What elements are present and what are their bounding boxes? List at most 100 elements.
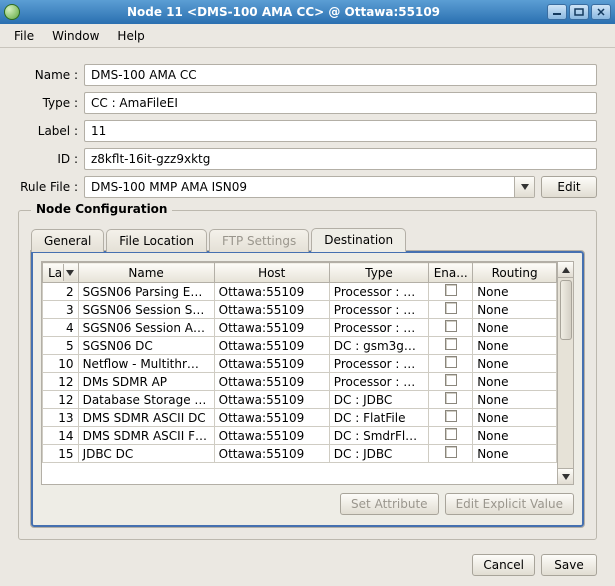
scroll-up-icon[interactable]	[558, 262, 573, 278]
column-host[interactable]: Host	[214, 263, 329, 283]
cell-routing: None	[473, 283, 557, 301]
table-row[interactable]: 3SGSN06 Session S…Ottawa:55109Processor …	[43, 301, 557, 319]
edit-explicit-value-button: Edit Explicit Value	[445, 493, 574, 515]
cell-name: DMS SDMR ASCII DC	[78, 409, 214, 427]
scroll-thumb[interactable]	[560, 280, 572, 340]
cell-type: Processor : …	[329, 283, 428, 301]
label-label: Label :	[18, 124, 78, 138]
cell-host: Ottawa:55109	[214, 319, 329, 337]
cell-type: DC : JDBC	[329, 445, 428, 463]
destination-table-wrap: La... Name Host Type Ena... Routing	[41, 261, 574, 485]
cell-enabled[interactable]	[429, 445, 473, 463]
window-title: Node 11 <DMS-100 AMA CC> @ Ottawa:55109	[26, 5, 541, 19]
column-enabled[interactable]: Ena...	[429, 263, 473, 283]
table-row[interactable]: 15JDBC DCOttawa:55109DC : JDBCNone	[43, 445, 557, 463]
checkbox-icon[interactable]	[445, 284, 457, 296]
cell-enabled[interactable]	[429, 373, 473, 391]
menu-bar: File Window Help	[0, 24, 615, 48]
cell-name: JDBC DC	[78, 445, 214, 463]
cell-enabled[interactable]	[429, 427, 473, 445]
cancel-button[interactable]: Cancel	[472, 554, 535, 576]
table-row[interactable]: 4SGSN06 Session A…Ottawa:55109Processor …	[43, 319, 557, 337]
cell-type: DC : FlatFile	[329, 409, 428, 427]
cell-name: SGSN06 Session A…	[78, 319, 214, 337]
cell-routing: None	[473, 445, 557, 463]
cell-type: Processor : …	[329, 319, 428, 337]
tab-file-location[interactable]: File Location	[106, 229, 207, 252]
cell-la: 10	[43, 355, 79, 373]
tab-general[interactable]: General	[31, 229, 104, 252]
table-row[interactable]: 14DMS SDMR ASCII F…Ottawa:55109DC : Smdr…	[43, 427, 557, 445]
cell-routing: None	[473, 337, 557, 355]
checkbox-icon[interactable]	[445, 446, 457, 458]
cell-host: Ottawa:55109	[214, 391, 329, 409]
window-titlebar: Node 11 <DMS-100 AMA CC> @ Ottawa:55109	[0, 0, 615, 24]
checkbox-icon[interactable]	[445, 338, 457, 350]
cell-routing: None	[473, 391, 557, 409]
cell-enabled[interactable]	[429, 301, 473, 319]
menu-file[interactable]: File	[6, 26, 42, 46]
cell-name: DMS SDMR ASCII F…	[78, 427, 214, 445]
checkbox-icon[interactable]	[445, 320, 457, 332]
cell-la: 5	[43, 337, 79, 355]
scroll-down-icon[interactable]	[558, 468, 573, 484]
window-body: Name : Type : Label : ID : Rule File :	[0, 48, 615, 586]
chevron-down-icon[interactable]	[514, 177, 534, 197]
cell-enabled[interactable]	[429, 337, 473, 355]
cell-host: Ottawa:55109	[214, 337, 329, 355]
cell-name: DMs SDMR AP	[78, 373, 214, 391]
cell-type: DC : gsm3g…	[329, 337, 428, 355]
checkbox-icon[interactable]	[445, 428, 457, 440]
checkbox-icon[interactable]	[445, 374, 457, 386]
checkbox-icon[interactable]	[445, 356, 457, 368]
tabs-row: General File Location FTP Settings Desti…	[31, 227, 584, 251]
cell-type: Processor : …	[329, 373, 428, 391]
menu-help[interactable]: Help	[109, 26, 152, 46]
cell-routing: None	[473, 427, 557, 445]
checkbox-icon[interactable]	[445, 410, 457, 422]
cell-la: 14	[43, 427, 79, 445]
menu-window[interactable]: Window	[44, 26, 107, 46]
column-sort-icon[interactable]	[63, 264, 77, 281]
cell-enabled[interactable]	[429, 409, 473, 427]
name-field[interactable]	[84, 64, 597, 86]
column-routing[interactable]: Routing	[473, 263, 557, 283]
id-field	[84, 148, 597, 170]
cell-enabled[interactable]	[429, 319, 473, 337]
cell-host: Ottawa:55109	[214, 409, 329, 427]
table-row[interactable]: 2SGSN06 Parsing E…Ottawa:55109Processor …	[43, 283, 557, 301]
cell-enabled[interactable]	[429, 283, 473, 301]
cell-name: SGSN06 DC	[78, 337, 214, 355]
table-row[interactable]: 10Netflow - Multithr…Ottawa:55109Process…	[43, 355, 557, 373]
destination-table: La... Name Host Type Ena... Routing	[42, 262, 557, 463]
cell-host: Ottawa:55109	[214, 355, 329, 373]
cell-name: SGSN06 Session S…	[78, 301, 214, 319]
cell-host: Ottawa:55109	[214, 301, 329, 319]
column-la[interactable]: La...	[43, 263, 79, 283]
close-button[interactable]	[591, 4, 611, 20]
cell-routing: None	[473, 355, 557, 373]
save-button[interactable]: Save	[541, 554, 597, 576]
rulefile-combo[interactable]: DMS-100 MMP AMA ISN09	[84, 176, 535, 198]
table-row[interactable]: 12DMs SDMR APOttawa:55109Processor : …No…	[43, 373, 557, 391]
label-rulefile: Rule File :	[18, 180, 78, 194]
edit-rulefile-button[interactable]: Edit	[541, 176, 597, 198]
cell-routing: None	[473, 409, 557, 427]
column-type[interactable]: Type	[329, 263, 428, 283]
cell-enabled[interactable]	[429, 391, 473, 409]
column-name[interactable]: Name	[78, 263, 214, 283]
label-type: Type :	[18, 96, 78, 110]
table-scrollbar[interactable]	[557, 262, 573, 484]
tab-destination[interactable]: Destination	[311, 228, 406, 252]
maximize-button[interactable]	[569, 4, 589, 20]
cell-routing: None	[473, 301, 557, 319]
table-row[interactable]: 12Database Storage …Ottawa:55109DC : JDB…	[43, 391, 557, 409]
cell-type: DC : SmdrFl…	[329, 427, 428, 445]
form-area: Name : Type : Label : ID : Rule File :	[18, 64, 597, 198]
table-row[interactable]: 13DMS SDMR ASCII DCOttawa:55109DC : Flat…	[43, 409, 557, 427]
checkbox-icon[interactable]	[445, 302, 457, 314]
cell-enabled[interactable]	[429, 355, 473, 373]
table-row[interactable]: 5SGSN06 DCOttawa:55109DC : gsm3g… None	[43, 337, 557, 355]
checkbox-icon[interactable]	[445, 392, 457, 404]
minimize-button[interactable]	[547, 4, 567, 20]
